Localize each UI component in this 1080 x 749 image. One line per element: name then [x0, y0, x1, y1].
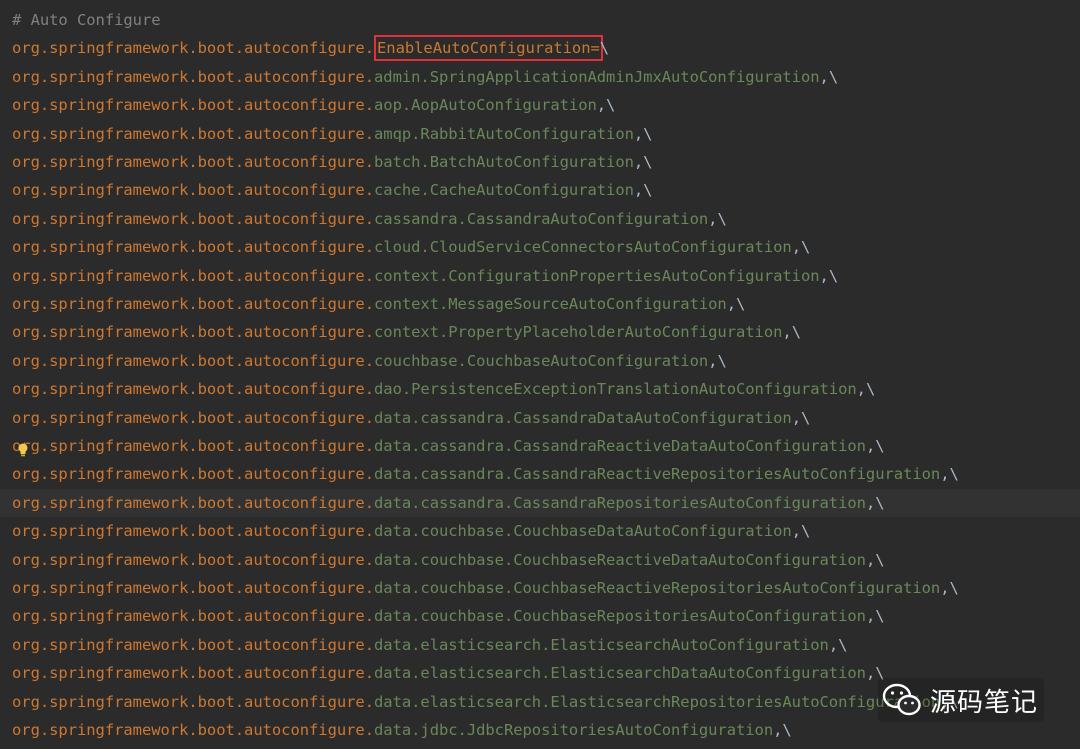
config-line[interactable]: org.springframework.boot.autoconfigure.c… — [0, 262, 1080, 290]
config-line[interactable]: org.springframework.boot.autoconfigure.d… — [0, 631, 1080, 659]
config-value: org.springframework.boot.autoconfigure.d… — [12, 550, 885, 569]
config-value: org.springframework.boot.autoconfigure.d… — [12, 692, 959, 711]
config-line[interactable]: org.springframework.boot.autoconfigure.a… — [0, 120, 1080, 148]
config-line[interactable]: org.springframework.boot.autoconfigure.b… — [0, 148, 1080, 176]
config-line[interactable]: org.springframework.boot.autoconfigure.c… — [0, 318, 1080, 346]
lightbulb-icon[interactable] — [17, 443, 29, 457]
config-value: org.springframework.boot.autoconfigure.d… — [12, 721, 792, 739]
config-line[interactable]: org.springframework.boot.autoconfigure.d… — [0, 404, 1080, 432]
config-value: org.springframework.boot.autoconfigure.d… — [12, 635, 848, 654]
config-value: org.springframework.boot.autoconfigure.d… — [12, 408, 811, 427]
config-value: org.springframework.boot.autoconfigure.c… — [12, 238, 811, 257]
line-continuation: \ — [599, 39, 610, 58]
config-value: org.springframework.boot.autoconfigure.c… — [12, 209, 727, 228]
config-value: org.springframework.boot.autoconfigure.d… — [12, 579, 959, 597]
key-name: EnableAutoConfiguration — [377, 39, 591, 58]
watermark: 源码笔记 — [877, 678, 1044, 722]
config-line[interactable]: org.springframework.boot.autoconfigure.c… — [0, 205, 1080, 233]
comment-line[interactable]: # Auto Configure — [0, 6, 1080, 34]
property-key-line[interactable]: org.springframework.boot.autoconfigure. E… — [0, 34, 1080, 62]
config-line[interactable]: org.springframework.boot.autoconfigure.d… — [0, 488, 1080, 518]
config-value: org.springframework.boot.autoconfigure.d… — [12, 465, 959, 484]
config-line[interactable]: org.springframework.boot.autoconfigure.c… — [0, 233, 1080, 261]
config-value: org.springframework.boot.autoconfigure.d… — [12, 664, 885, 683]
config-line[interactable]: org.springframework.boot.autoconfigure.a… — [0, 63, 1080, 91]
config-value: org.springframework.boot.autoconfigure.d… — [12, 522, 811, 541]
config-value: org.springframework.boot.autoconfigure.c… — [12, 351, 727, 370]
config-line[interactable]: org.springframework.boot.autoconfigure.d… — [0, 432, 1080, 460]
config-value: org.springframework.boot.autoconfigure.c… — [12, 266, 839, 285]
comment-text: # Auto Configure — [12, 11, 161, 29]
config-value: org.springframework.boot.autoconfigure.a… — [12, 124, 653, 143]
config-value: org.springframework.boot.autoconfigure.c… — [12, 323, 801, 342]
config-value: org.springframework.boot.autoconfigure.d… — [12, 493, 885, 512]
config-line[interactable]: org.springframework.boot.autoconfigure.d… — [0, 602, 1080, 630]
config-value: org.springframework.boot.autoconfigure.c… — [12, 295, 746, 313]
config-line[interactable]: org.springframework.boot.autoconfigure.d… — [0, 375, 1080, 403]
highlighted-key-box: EnableAutoConfiguration= — [374, 35, 603, 62]
config-line[interactable]: org.springframework.boot.autoconfigure.a… — [0, 91, 1080, 119]
code-editor[interactable]: # Auto Configure org.springframework.boo… — [0, 0, 1080, 749]
wechat-icon — [882, 683, 921, 716]
key-equals: = — [590, 39, 600, 58]
config-value: org.springframework.boot.autoconfigure.d… — [12, 380, 876, 399]
config-value: org.springframework.boot.autoconfigure.d… — [12, 437, 885, 455]
config-line[interactable]: org.springframework.boot.autoconfigure.c… — [0, 347, 1080, 375]
config-line[interactable]: org.springframework.boot.autoconfigure.d… — [0, 574, 1080, 602]
config-value: org.springframework.boot.autoconfigure.c… — [12, 181, 653, 200]
config-value: org.springframework.boot.autoconfigure.d… — [12, 607, 885, 626]
config-line[interactable]: org.springframework.boot.autoconfigure.c… — [0, 176, 1080, 204]
config-line[interactable]: org.springframework.boot.autoconfigure.d… — [0, 546, 1080, 574]
config-value: org.springframework.boot.autoconfigure.b… — [12, 153, 653, 171]
config-value: org.springframework.boot.autoconfigure.a… — [12, 67, 839, 86]
config-line[interactable]: org.springframework.boot.autoconfigure.c… — [0, 290, 1080, 318]
config-line[interactable]: org.springframework.boot.autoconfigure.d… — [0, 517, 1080, 545]
watermark-text: 源码笔记 — [929, 687, 1038, 718]
config-value: org.springframework.boot.autoconfigure.a… — [12, 96, 616, 115]
config-line[interactable]: org.springframework.boot.autoconfigure.d… — [0, 460, 1080, 488]
key-prefix: org.springframework.boot.autoconfigure. — [12, 39, 374, 58]
